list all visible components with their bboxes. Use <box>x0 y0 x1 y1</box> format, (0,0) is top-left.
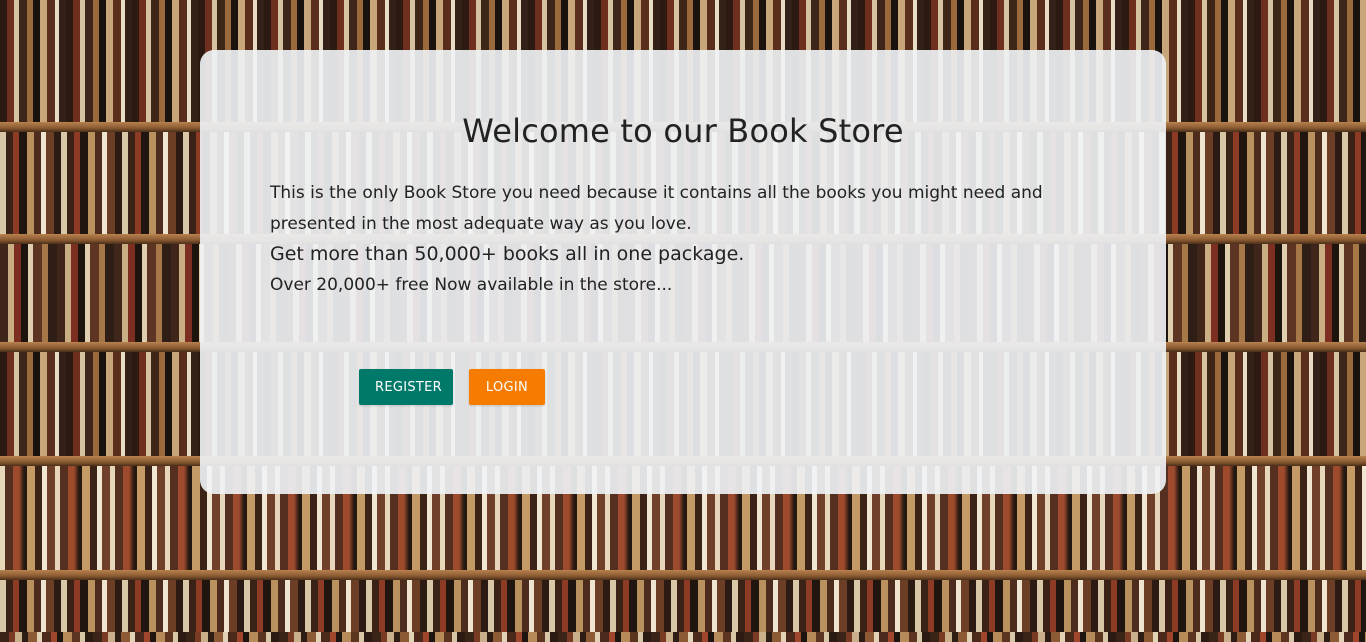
intro-text: This is the only Book Store you need bec… <box>270 183 1043 234</box>
free-books-text: Over 20,000+ free Now available in the s… <box>270 275 673 295</box>
register-button[interactable]: REGISTER <box>359 369 453 405</box>
landing-page: Welcome to our Book Store This is the on… <box>0 0 1366 642</box>
login-button[interactable]: LOGIN <box>469 369 545 405</box>
page-title: Welcome to our Book Store <box>462 112 904 150</box>
book-spines <box>0 580 1366 632</box>
welcome-card: Welcome to our Book Store This is the on… <box>200 50 1166 494</box>
shelf-plank <box>0 570 1366 580</box>
book-count-text: Get more than 50,000+ books all in one p… <box>270 243 745 265</box>
bookshelf-row <box>0 580 1366 642</box>
